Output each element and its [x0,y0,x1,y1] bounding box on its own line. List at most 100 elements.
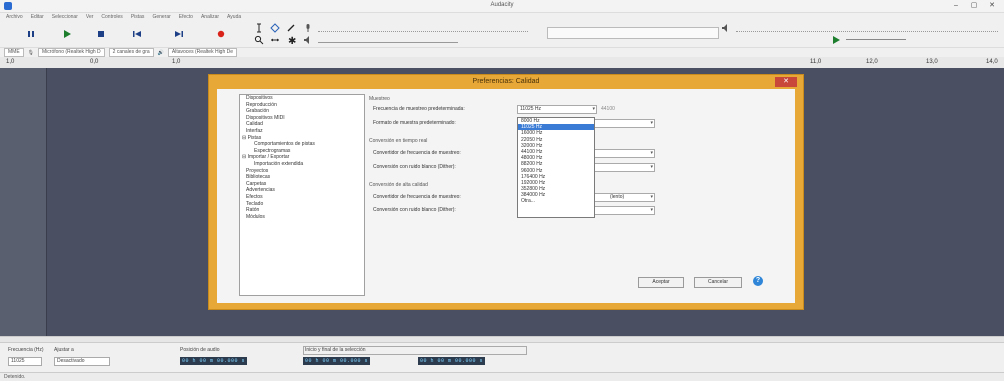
menu-edit[interactable]: Editar [31,14,44,20]
snap-to-select[interactable]: Desactivado [54,357,110,366]
play-at-speed-button[interactable] [830,34,842,45]
hq-rate-label: Convertidor de frecuencia de muestreo: [373,194,461,200]
preferences-dialog: Preferencias: Calidad ✕ Dispositivos Rep… [208,74,804,310]
magnifier-icon [254,35,264,44]
cancel-button[interactable]: Cancelar [694,277,742,288]
menu-file[interactable]: Archivo [6,14,23,20]
menu-view[interactable]: Ver [86,14,94,20]
rt-dither-label: Conversión con ruido blanco (Dither): [373,164,456,170]
tree-item[interactable]: Carpetas [240,181,364,188]
playback-device-select[interactable]: Altavoces (Realtek High De [167,48,238,57]
minimize-button[interactable]: – [948,1,964,10]
tree-item[interactable]: Advertencias [240,187,364,194]
dialog-title: Preferencias: Calidad [472,78,540,85]
multi-tool[interactable]: ✱ [284,34,298,45]
tree-item-selected[interactable]: Calidad [240,121,364,128]
section-realtime: Conversión en tiempo real [369,138,428,144]
menu-analyze[interactable]: Analizar [201,14,219,20]
recording-channels-select[interactable]: 2 canales de gra [108,48,154,57]
tree-item[interactable]: Dispositivos MIDI [240,115,364,122]
ruler-tick: 1,0 [172,59,181,65]
project-rate-select[interactable]: 11025 [8,357,42,366]
tree-item[interactable]: Bibliotecas [240,174,364,181]
ruler-tick: 11,0 [810,59,822,65]
play-icon [833,35,840,44]
tree-item[interactable]: Grabación [240,108,364,115]
ruler-tick: 0,0 [90,59,99,65]
mic-meter-button[interactable] [302,22,314,34]
skip-end-icon [175,31,183,37]
audio-position-label: Posición de audio [180,347,220,353]
svg-text:✱: ✱ [288,36,296,45]
tree-item[interactable]: Comportamientos de pistas [240,141,364,148]
close-window-button[interactable]: ✕ [984,1,1000,10]
cursor-icon [257,23,261,33]
speaker-icon [722,24,727,32]
audio-host-select[interactable]: MME [4,48,24,57]
accept-button[interactable]: Aceptar [638,277,684,288]
input-volume-slider[interactable] [318,37,458,43]
playback-speed-slider[interactable] [846,39,906,40]
speaker-meter-button[interactable] [302,34,314,45]
menu-transport[interactable]: Controles [101,14,122,20]
stop-button[interactable] [92,25,110,43]
play-button[interactable] [58,25,76,43]
chevron-down-icon: ▾ [650,194,653,200]
tree-item[interactable]: Reproducción [240,102,364,109]
menu-select[interactable]: Seleccionar [52,14,78,20]
record-button[interactable] [212,25,230,43]
menu-help[interactable]: Ayuda [227,14,241,20]
sample-rate-dropdown-list[interactable]: 8000 Hz 11025 Hz 16000 Hz 22050 Hz 32000… [517,117,595,218]
skip-end-button[interactable] [170,25,188,43]
playback-meter[interactable] [736,26,998,32]
selection-tool[interactable] [252,22,266,34]
selection-end-time[interactable]: 00 h 00 m 00.000 s [418,357,486,365]
tree-item[interactable]: ⊟ Importar / Exportar [240,154,364,161]
chevron-down-icon: ▾ [650,120,653,126]
preferences-category-tree[interactable]: Dispositivos Reproducción Grabación Disp… [239,94,365,296]
pencil-icon [287,24,295,32]
dropdown-option[interactable]: Otra... [518,198,594,204]
selection-start-time[interactable]: 00 h 00 m 00.000 s [303,357,371,365]
dialog-body: Dispositivos Reproducción Grabación Disp… [217,89,795,303]
default-rate-custom[interactable]: 44100 [601,106,615,112]
ruler-tick: 12,0 [866,59,878,65]
menu-generate[interactable]: Generar [152,14,170,20]
output-speaker-button[interactable] [720,22,732,34]
timeshift-tool[interactable] [268,34,282,45]
help-icon[interactable]: ? [753,276,763,286]
zoom-tool[interactable] [252,34,266,45]
stop-icon [98,31,104,37]
skip-start-icon [133,31,141,37]
pause-button[interactable] [22,25,40,43]
skip-start-button[interactable] [128,25,146,43]
selection-mode-select[interactable] [303,346,527,355]
tree-item[interactable]: Efectos [240,194,364,201]
tree-item[interactable]: Importación extendida [240,161,364,168]
tree-item-label: Pistas [247,134,262,141]
envelope-tool[interactable] [268,22,282,34]
menu-tracks[interactable]: Pistas [131,14,145,20]
maximize-button[interactable]: ▢ [966,1,982,10]
recording-device-select[interactable]: Micrófono (Realtek High D [38,48,105,57]
menu-effect[interactable]: Efecto [179,14,193,20]
dialog-close-button[interactable]: ✕ [775,77,797,87]
tree-item[interactable]: Espectrogramas [240,148,364,155]
edit-toolbar [547,27,719,39]
hq-rate-value: (lento) [610,194,625,200]
envelope-icon [270,23,280,33]
record-meter[interactable] [318,26,528,32]
tree-item[interactable]: Interfaz [240,128,364,135]
tree-item[interactable]: Proyectos [240,168,364,175]
audio-position-time[interactable]: 00 h 00 m 00.000 s [180,357,248,365]
tree-item[interactable]: Dispositivos [240,95,364,102]
status-bar: Detenido. [0,372,1004,381]
default-rate-select[interactable]: 11025 Hz ▾ [517,105,597,114]
chevron-down-icon: ▾ [650,164,653,170]
draw-tool[interactable] [284,22,298,34]
tree-item[interactable]: Ratón [240,207,364,214]
tree-item[interactable]: Teclado [240,201,364,208]
speaker-icon: 🔊 [157,49,164,56]
tree-item[interactable]: ⊟ Pistas [240,135,364,142]
tree-item[interactable]: Módulos [240,214,364,221]
